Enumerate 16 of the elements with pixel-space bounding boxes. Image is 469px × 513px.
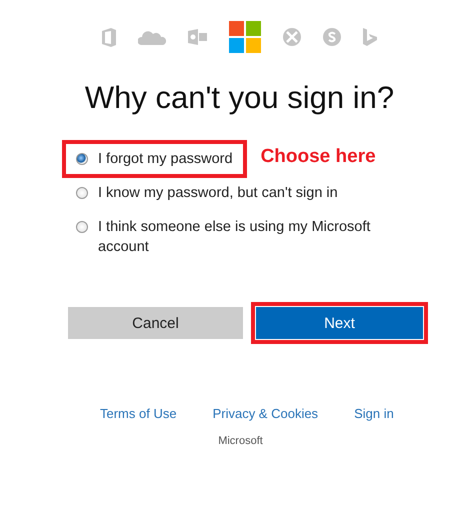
- xbox-icon: [283, 28, 301, 46]
- page-title: Why can't you sign in?: [84, 80, 396, 116]
- mail-icon: [188, 29, 207, 45]
- skype-icon: [323, 28, 341, 46]
- footer-link[interactable]: Privacy & Cookies: [212, 406, 318, 421]
- footer-link[interactable]: Sign in: [354, 406, 394, 421]
- next-button[interactable]: Next: [256, 307, 423, 339]
- document-icon: [102, 28, 116, 46]
- footer-link[interactable]: Terms of Use: [100, 406, 177, 421]
- cloud-icon: [138, 29, 166, 45]
- brand-name: Microsoft: [217, 435, 264, 447]
- callout-annotation: Choose here: [260, 146, 376, 168]
- windows-logo-icon: [229, 21, 261, 53]
- cancel-button[interactable]: Cancel: [68, 307, 243, 339]
- bing-icon: [363, 28, 377, 46]
- radio-option[interactable]: I forgot my password: [62, 140, 247, 178]
